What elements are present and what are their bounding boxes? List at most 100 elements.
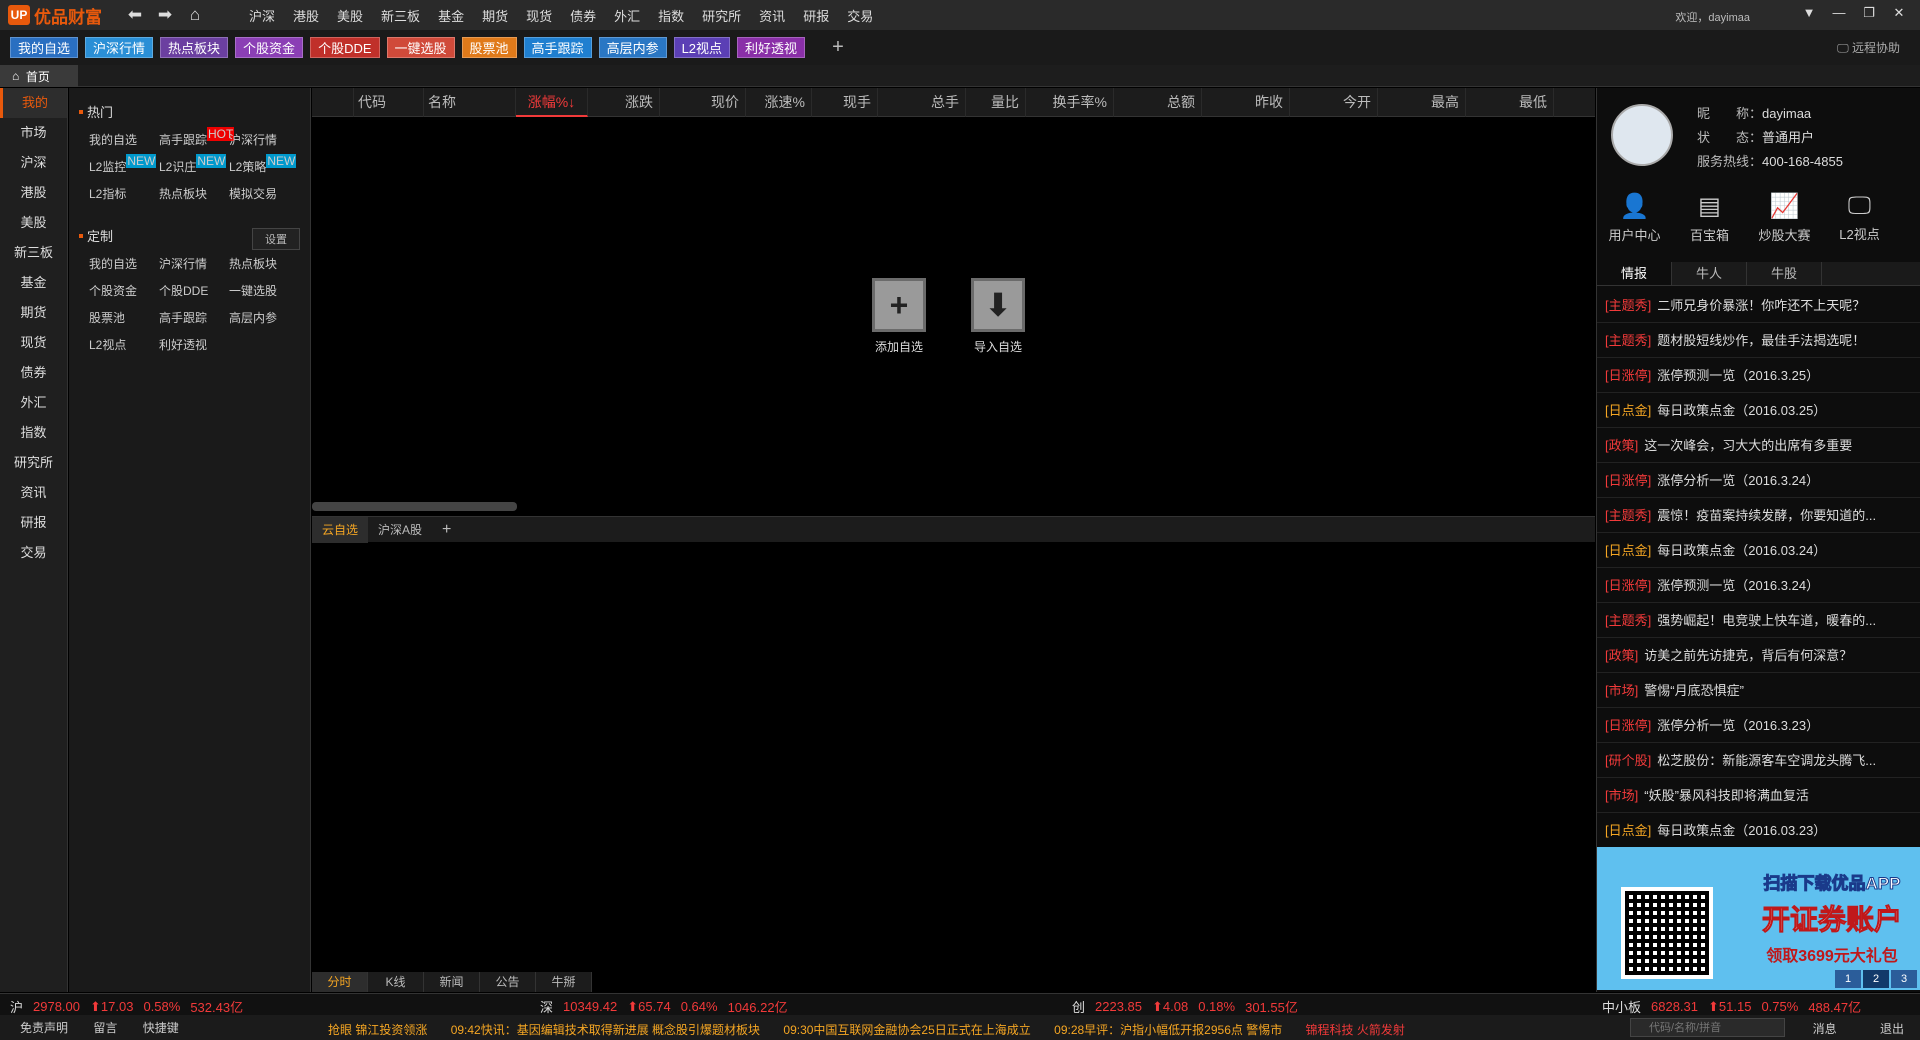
toolbar-button[interactable]: 个股资金	[235, 37, 304, 58]
custom-item[interactable]: L2视点	[89, 336, 159, 353]
index-sz[interactable]: 深 10349.42 ⬆65.74 0.64% 1046.22亿	[540, 997, 798, 1016]
add-toolbar-button[interactable]: +	[832, 36, 844, 59]
disclaimer-link[interactable]: 免责声明	[20, 1021, 68, 1035]
news-item[interactable]: [日点金] 每日政策点金（2016.03.24）	[1597, 533, 1920, 568]
hot-item[interactable]: 我的自选	[89, 131, 159, 148]
sidebar-item[interactable]: 资讯	[0, 478, 67, 508]
nav-item[interactable]: 资讯	[750, 6, 794, 25]
custom-item[interactable]: 个股资金	[89, 282, 159, 299]
tab-experts[interactable]: 牛人	[1672, 262, 1747, 285]
news-item[interactable]: [日涨停] 涨停预测一览（2016.3.25）	[1597, 358, 1920, 393]
hot-item[interactable]: L2策略NEW	[229, 154, 299, 175]
sidebar-item[interactable]: 期货	[0, 298, 67, 328]
tab-announcements[interactable]: 公告	[480, 972, 536, 992]
sidebar-item[interactable]: 研报	[0, 508, 67, 538]
nav-item[interactable]: 期货	[473, 6, 517, 25]
horizontal-scrollbar[interactable]	[312, 502, 517, 511]
menu-dropdown-icon[interactable]: ▼	[1794, 5, 1824, 21]
news-ticker[interactable]: 抢眼 锦江投资领涨 09:42快讯：基因编辑技术取得新进展 概念股引爆题材板块 …	[328, 1021, 1425, 1038]
sidebar-item[interactable]: 港股	[0, 178, 67, 208]
custom-item[interactable]: 高层内参	[229, 309, 299, 326]
hot-item[interactable]: 沪深行情	[229, 131, 299, 148]
toolbar-button[interactable]: L2视点	[673, 37, 731, 58]
news-item[interactable]: [日涨停] 涨停分析一览（2016.3.24）	[1597, 463, 1920, 498]
tab-home[interactable]: ⌂ 首页	[0, 65, 78, 87]
banner-page-active[interactable]: 2	[1863, 970, 1889, 988]
news-item[interactable]: [政策] 这一次峰会，习大大的出席有多重要	[1597, 428, 1920, 463]
column-header[interactable]: 现手	[812, 87, 878, 117]
sidebar-item[interactable]: 美股	[0, 208, 67, 238]
toolbar-button[interactable]: 沪深行情	[85, 37, 154, 58]
custom-item[interactable]: 一键选股	[229, 282, 299, 299]
nav-item[interactable]: 沪深	[240, 6, 284, 25]
hot-item[interactable]: L2指标	[89, 185, 159, 202]
close-icon[interactable]: ✕	[1884, 5, 1914, 21]
forward-arrow-icon[interactable]: ➡	[150, 5, 180, 25]
column-header[interactable]: 量比	[966, 87, 1026, 117]
back-arrow-icon[interactable]: ⬅	[120, 5, 150, 25]
custom-item[interactable]: 我的自选	[89, 255, 159, 272]
quick-link-contest[interactable]: 📈 炒股大赛	[1747, 192, 1822, 244]
tab-a-shares[interactable]: 沪深A股	[368, 521, 432, 538]
messages-button[interactable]: 消息	[1813, 1022, 1837, 1036]
toolbar-button[interactable]: 高层内参	[598, 37, 667, 58]
column-header[interactable]: 今开	[1290, 87, 1378, 117]
column-header[interactable]: 总额	[1114, 87, 1202, 117]
news-item[interactable]: [政策] 访美之前先访捷克，背后有何深意？	[1597, 638, 1920, 673]
nav-item[interactable]: 新三板	[372, 6, 429, 25]
import-watchlist-button[interactable]: ⬇ 导入自选	[971, 278, 1025, 355]
toolbar-button[interactable]: 热点板块	[160, 37, 229, 58]
column-header[interactable]: 昨收	[1202, 87, 1290, 117]
settings-button[interactable]: 设置	[252, 228, 300, 250]
tab-news[interactable]: 新闻	[424, 972, 480, 992]
hot-item[interactable]: 高手跟踪HOT	[159, 127, 235, 148]
tab-intraday[interactable]: 分时	[312, 972, 368, 992]
news-item[interactable]: [市场] 警惕“月底恐惧症”	[1597, 673, 1920, 708]
column-header[interactable]: 名称	[424, 87, 516, 117]
column-header[interactable]: 现价	[660, 87, 746, 117]
nav-item[interactable]: 交易	[838, 6, 882, 25]
add-tab-icon[interactable]: +	[432, 521, 461, 539]
sidebar-item[interactable]: 新三板	[0, 238, 67, 268]
tab-niubai[interactable]: 牛掰	[536, 972, 592, 992]
sidebar-item[interactable]: 沪深	[0, 148, 67, 178]
hot-item[interactable]: 模拟交易	[229, 185, 299, 202]
column-header[interactable]: 最低	[1466, 87, 1554, 117]
index-zxb[interactable]: 中小板 6828.31 ⬆51.15 0.75% 488.47亿	[1602, 997, 1871, 1016]
nav-item[interactable]: 基金	[429, 6, 473, 25]
nav-item[interactable]: 债券	[561, 6, 605, 25]
nav-item[interactable]: 研报	[794, 6, 838, 25]
add-watchlist-button[interactable]: + 添加自选	[872, 278, 926, 355]
news-item[interactable]: [日涨停] 涨停预测一览（2016.3.24）	[1597, 568, 1920, 603]
minimize-icon[interactable]: —	[1824, 5, 1854, 21]
quick-link-toolbox[interactable]: ▤ 百宝箱	[1672, 192, 1747, 244]
news-item[interactable]: [日点金] 每日政策点金（2016.03.23）	[1597, 813, 1920, 848]
column-header[interactable]: 最高	[1378, 87, 1466, 117]
restore-icon[interactable]: ❐	[1854, 5, 1884, 21]
sidebar-item[interactable]: 债券	[0, 358, 67, 388]
sidebar-item[interactable]: 交易	[0, 538, 67, 568]
news-item[interactable]: [日涨停] 涨停分析一览（2016.3.23）	[1597, 708, 1920, 743]
news-item[interactable]: [主题秀] 强势崛起！电竞驶上快车道，暖春的...	[1597, 603, 1920, 638]
news-item[interactable]: [主题秀] 题材股短线炒作，最佳手法揭选呢！	[1597, 323, 1920, 358]
banner-page[interactable]: 1	[1835, 970, 1861, 988]
promo-banner[interactable]: 扫描下载优品APP 开证券账户 领取3699元大礼包 1 2 3	[1597, 847, 1920, 990]
quick-link-user-center[interactable]: 👤 用户中心	[1597, 192, 1672, 244]
column-header[interactable]: 涨速%	[746, 87, 812, 117]
column-header-sorted[interactable]: 涨幅%↓	[516, 87, 588, 117]
nav-item[interactable]: 现货	[517, 6, 561, 25]
nav-item[interactable]: 美股	[328, 6, 372, 25]
tab-intel[interactable]: 情报	[1597, 262, 1672, 285]
logout-button[interactable]: 退出	[1880, 1022, 1904, 1036]
nav-item[interactable]: 指数	[649, 6, 693, 25]
toolbar-button[interactable]: 高手跟踪	[523, 37, 592, 58]
news-item[interactable]: [主题秀] 二师兄身价暴涨！你咋还不上天呢？	[1597, 288, 1920, 323]
shortcut-link[interactable]: 快捷键	[143, 1021, 179, 1035]
column-header[interactable]: 总手	[878, 87, 966, 117]
column-header[interactable]: 涨跌	[588, 87, 660, 117]
sidebar-item[interactable]: 市场	[0, 118, 67, 148]
sidebar-item[interactable]: 基金	[0, 268, 67, 298]
toolbar-button[interactable]: 一键选股	[386, 37, 455, 58]
news-item[interactable]: [市场] “妖股”暴风科技即将满血复活	[1597, 778, 1920, 813]
quick-link-l2[interactable]: 🖵 L2视点	[1822, 192, 1897, 244]
